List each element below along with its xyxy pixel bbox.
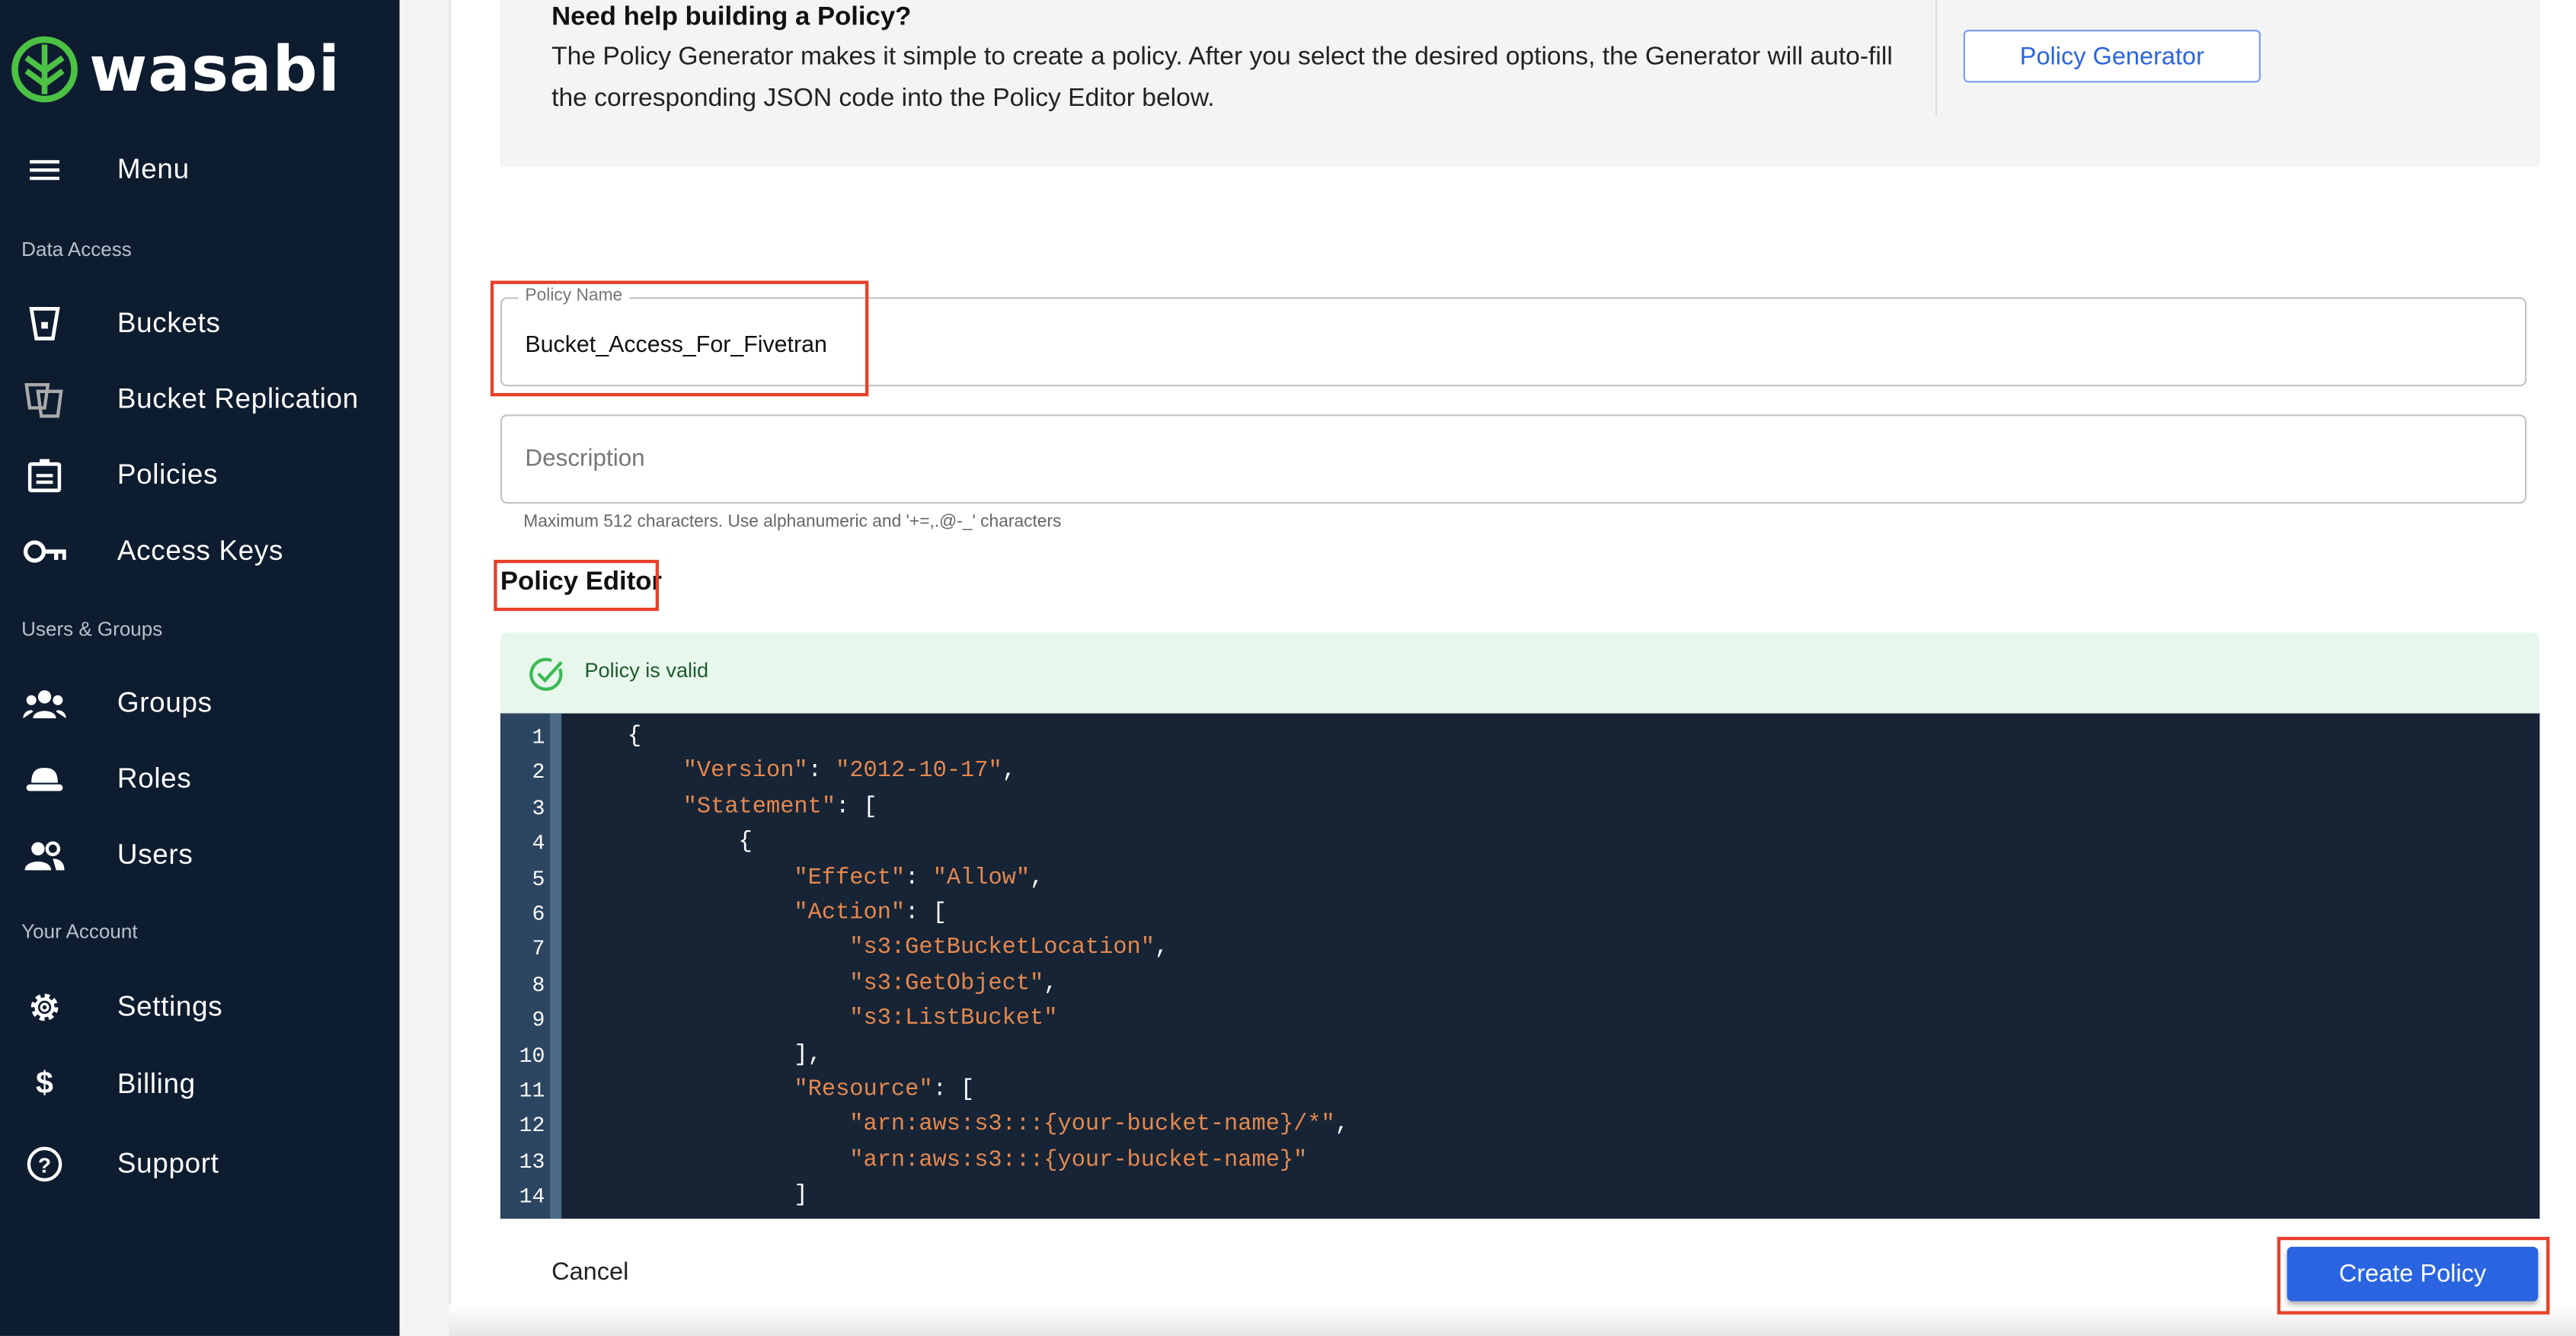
section-users-groups: Users & Groups	[21, 617, 163, 641]
code-line: "s3:GetBucketLocation",	[849, 935, 1169, 962]
hat-icon	[23, 759, 66, 799]
highlight-policy-name	[490, 280, 869, 397]
sidebar-item-users[interactable]: Users	[0, 823, 400, 889]
description-hint: Maximum 512 characters. Use alphanumeric…	[523, 512, 1062, 532]
section-your-account: Your Account	[21, 919, 138, 943]
code-line: "Version": "2012-10-17",	[682, 758, 1016, 785]
sidebar-item-buckets[interactable]: Buckets	[0, 291, 400, 357]
nav-label: Roles	[117, 762, 192, 794]
nav-label: Users	[117, 839, 193, 871]
line-number: 14	[519, 1184, 545, 1210]
highlight-create-policy	[2277, 1236, 2550, 1315]
bucket-replication-icon	[23, 380, 66, 420]
validation-status: Policy is valid	[584, 659, 709, 682]
line-number: 7	[532, 937, 545, 962]
policy-help-panel: Need help building a Policy? The Policy …	[500, 0, 2540, 167]
code-line: {	[627, 829, 753, 856]
line-number: 12	[519, 1114, 545, 1139]
code-editor[interactable]: { "Version": "2012-10-17", "Statement": …	[500, 713, 2540, 1219]
code-line: {	[627, 723, 642, 750]
menu-toggle[interactable]: Menu	[0, 137, 400, 203]
wasabi-logo[interactable]: wasabi	[10, 33, 341, 106]
line-number: 2	[532, 760, 545, 785]
nav-label: Access Keys	[117, 535, 284, 567]
users-icon	[23, 836, 66, 875]
code-line: "s3:ListBucket"	[849, 1005, 1058, 1033]
gear-icon	[23, 987, 66, 1027]
footer-shadow	[449, 1304, 2576, 1336]
line-number: 9	[532, 1007, 545, 1033]
line-number: 6	[532, 901, 545, 927]
sidebar: wasabi Menu Data Access Buckets Bucket R…	[0, 0, 400, 1336]
code-line: "arn:aws:s3:::{your-bucket-name}"	[849, 1147, 1308, 1175]
clipboard-icon	[23, 455, 66, 495]
bucket-icon	[23, 304, 66, 344]
highlight-policy-editor	[494, 559, 660, 612]
code-line: "Effect": "Allow",	[794, 865, 1044, 891]
nav-label: Support	[117, 1147, 219, 1179]
svg-text:?: ?	[38, 1152, 51, 1177]
sidebar-item-access-keys[interactable]: Access Keys	[0, 519, 400, 585]
line-number: 4	[532, 830, 545, 856]
sidebar-item-policies[interactable]: Policies	[0, 443, 400, 509]
code-line: "arn:aws:s3:::{your-bucket-name}/*",	[849, 1111, 1350, 1139]
cancel-button[interactable]: Cancel	[551, 1258, 628, 1286]
dollar-icon: $	[36, 1066, 53, 1102]
help-title: Need help building a Policy?	[551, 3, 912, 32]
nav-label: Policies	[117, 459, 219, 491]
nav-label: Billing	[117, 1068, 196, 1100]
help-circle-icon: ?	[23, 1144, 66, 1184]
menu-label: Menu	[117, 153, 190, 185]
line-number: 11	[519, 1078, 545, 1104]
code-line: ],	[627, 1041, 822, 1068]
key-icon	[23, 532, 66, 571]
code-line: "Action": [	[794, 900, 947, 927]
gutter-border	[549, 713, 562, 1219]
nav-label: Buckets	[117, 307, 221, 339]
line-number: 3	[532, 795, 545, 821]
description-placeholder: Description	[525, 446, 645, 473]
policy-generator-button[interactable]: Policy Generator	[1963, 30, 2261, 83]
line-number: 5	[532, 866, 545, 891]
code-line: "Resource": [	[794, 1076, 975, 1104]
sidebar-item-bucket-replication[interactable]: Bucket Replication	[0, 366, 400, 433]
sidebar-item-support[interactable]: ? Support	[0, 1131, 400, 1197]
line-number: 10	[519, 1043, 545, 1068]
sidebar-item-groups[interactable]: Groups	[0, 670, 400, 737]
groups-icon	[23, 684, 66, 724]
line-number-gutter	[500, 713, 550, 1219]
check-circle-icon	[529, 656, 565, 701]
brand-name: wasabi	[89, 33, 341, 106]
description-field[interactable]: Description	[500, 414, 2527, 504]
validation-banner: Policy is valid	[500, 632, 2540, 714]
section-data-access: Data Access	[21, 238, 132, 261]
line-number: 8	[532, 972, 545, 998]
code-line: "Statement": [	[682, 794, 877, 821]
nav-label: Bucket Replication	[117, 382, 359, 415]
wasabi-logo-icon	[11, 36, 78, 103]
hamburger-icon	[23, 150, 66, 190]
sidebar-item-roles[interactable]: Roles	[0, 746, 400, 813]
page-margin	[399, 0, 451, 1336]
line-number: 13	[519, 1149, 545, 1175]
sidebar-item-billing[interactable]: $ Billing	[0, 1052, 400, 1118]
sidebar-item-settings[interactable]: Settings	[0, 974, 400, 1040]
help-description: The Policy Generator makes it simple to …	[551, 43, 1893, 113]
code-line: ]	[627, 1182, 808, 1210]
divider	[1935, 0, 1938, 116]
nav-label: Groups	[117, 686, 213, 719]
code-line: "s3:GetObject",	[849, 970, 1058, 998]
nav-label: Settings	[117, 990, 223, 1022]
line-number: 1	[532, 724, 545, 750]
